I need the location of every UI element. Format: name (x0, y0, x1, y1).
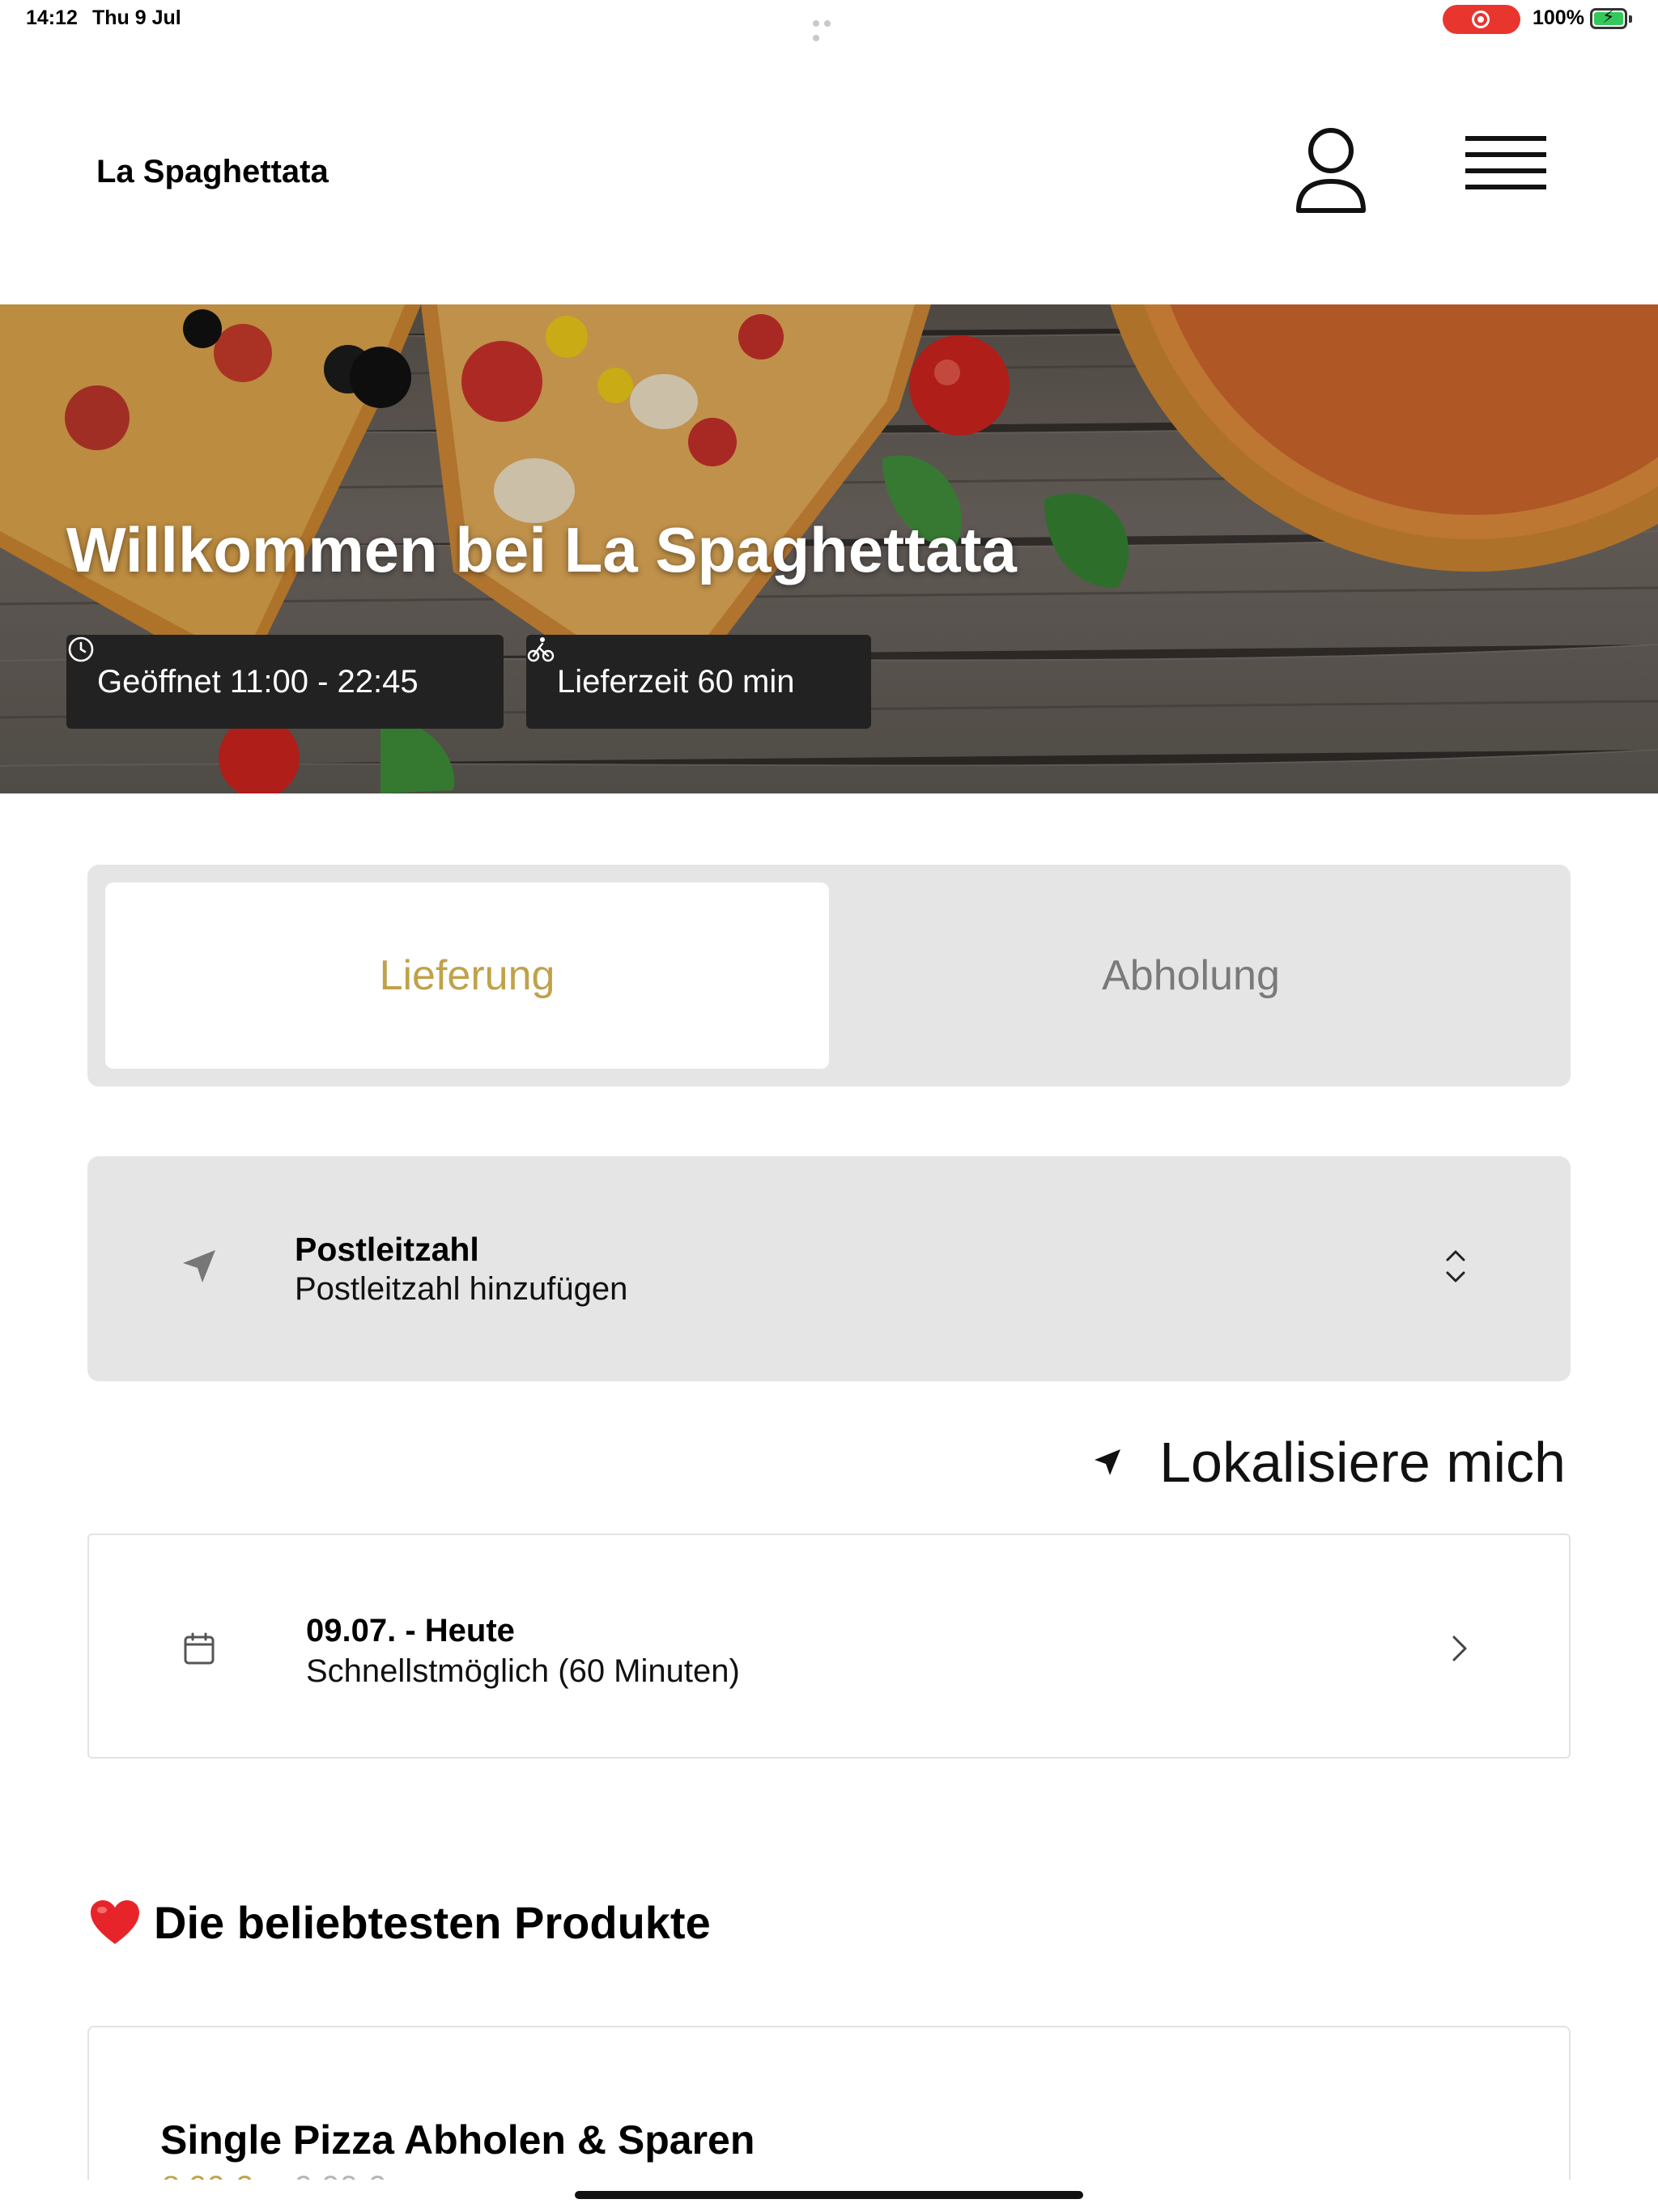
status-time: 14:12 (26, 6, 78, 29)
hero-banner: Willkommen bei La Spaghettata Geöffnet 1… (0, 304, 1658, 793)
zip-code-placeholder: Postleitzahl hinzufügen (295, 1271, 628, 1307)
delivery-date-subtitle: Schnellstmöglich (60 Minuten) (306, 1653, 740, 1689)
clock-icon (68, 636, 94, 662)
brand-title[interactable]: La Spaghettata (96, 154, 329, 190)
popular-products-heading: Die beliebtesten Produkte (89, 1896, 711, 1949)
locate-me-label: Lokalisiere mich (1159, 1431, 1566, 1494)
status-date: Thu 9 Jul (92, 6, 181, 29)
product-name: Single Pizza Abholen & Sparen (160, 2117, 755, 2163)
tab-pickup[interactable]: Abholung (829, 883, 1553, 1069)
screen-recording-icon (1443, 5, 1520, 34)
multitasking-dots-icon[interactable] (813, 16, 845, 41)
heart-icon (91, 1899, 139, 1944)
location-arrow-icon (183, 1250, 215, 1283)
chevron-right-icon (1452, 1636, 1467, 1661)
locate-me-button[interactable]: Lokalisiere mich (1091, 1430, 1566, 1495)
delivery-date-selector[interactable]: 09.07. - Heute Schnellstmöglich (60 Minu… (87, 1534, 1571, 1759)
user-account-button[interactable] (1294, 126, 1368, 217)
opening-hours-text: Geöffnet 11:00 - 22:45 (97, 663, 419, 700)
zip-code-label: Postleitzahl (295, 1231, 479, 1268)
user-icon (1296, 128, 1366, 213)
battery-percentage: 100% (1533, 6, 1584, 29)
delivery-time-badge: Lieferzeit 60 min (526, 635, 871, 729)
delivery-time-text: Lieferzeit 60 min (557, 663, 795, 700)
bicycle-courier-icon (527, 637, 555, 662)
delivery-date-title: 09.07. - Heute (306, 1613, 515, 1648)
home-indicator[interactable] (575, 2191, 1083, 2199)
calendar-icon (184, 1632, 215, 1665)
battery-charging-icon: ⚡ (1590, 8, 1632, 29)
location-arrow-icon (1095, 1449, 1121, 1475)
opening-hours-badge: Geöffnet 11:00 - 22:45 (66, 635, 504, 729)
welcome-heading: Willkommen bei La Spaghettata (66, 514, 1017, 585)
status-bar: 14:12 Thu 9 Jul 100% ⚡ (0, 0, 1658, 41)
order-mode-toggle: Lieferung Abholung (87, 865, 1571, 1087)
popular-products-title: Die beliebtesten Produkte (154, 1897, 711, 1948)
tab-delivery[interactable]: Lieferung (105, 883, 829, 1069)
hamburger-menu-icon[interactable] (1465, 136, 1546, 206)
zip-code-selector[interactable]: Postleitzahl Postleitzahl hinzufügen (87, 1156, 1571, 1381)
chevron-up-down-icon (1446, 1250, 1465, 1283)
